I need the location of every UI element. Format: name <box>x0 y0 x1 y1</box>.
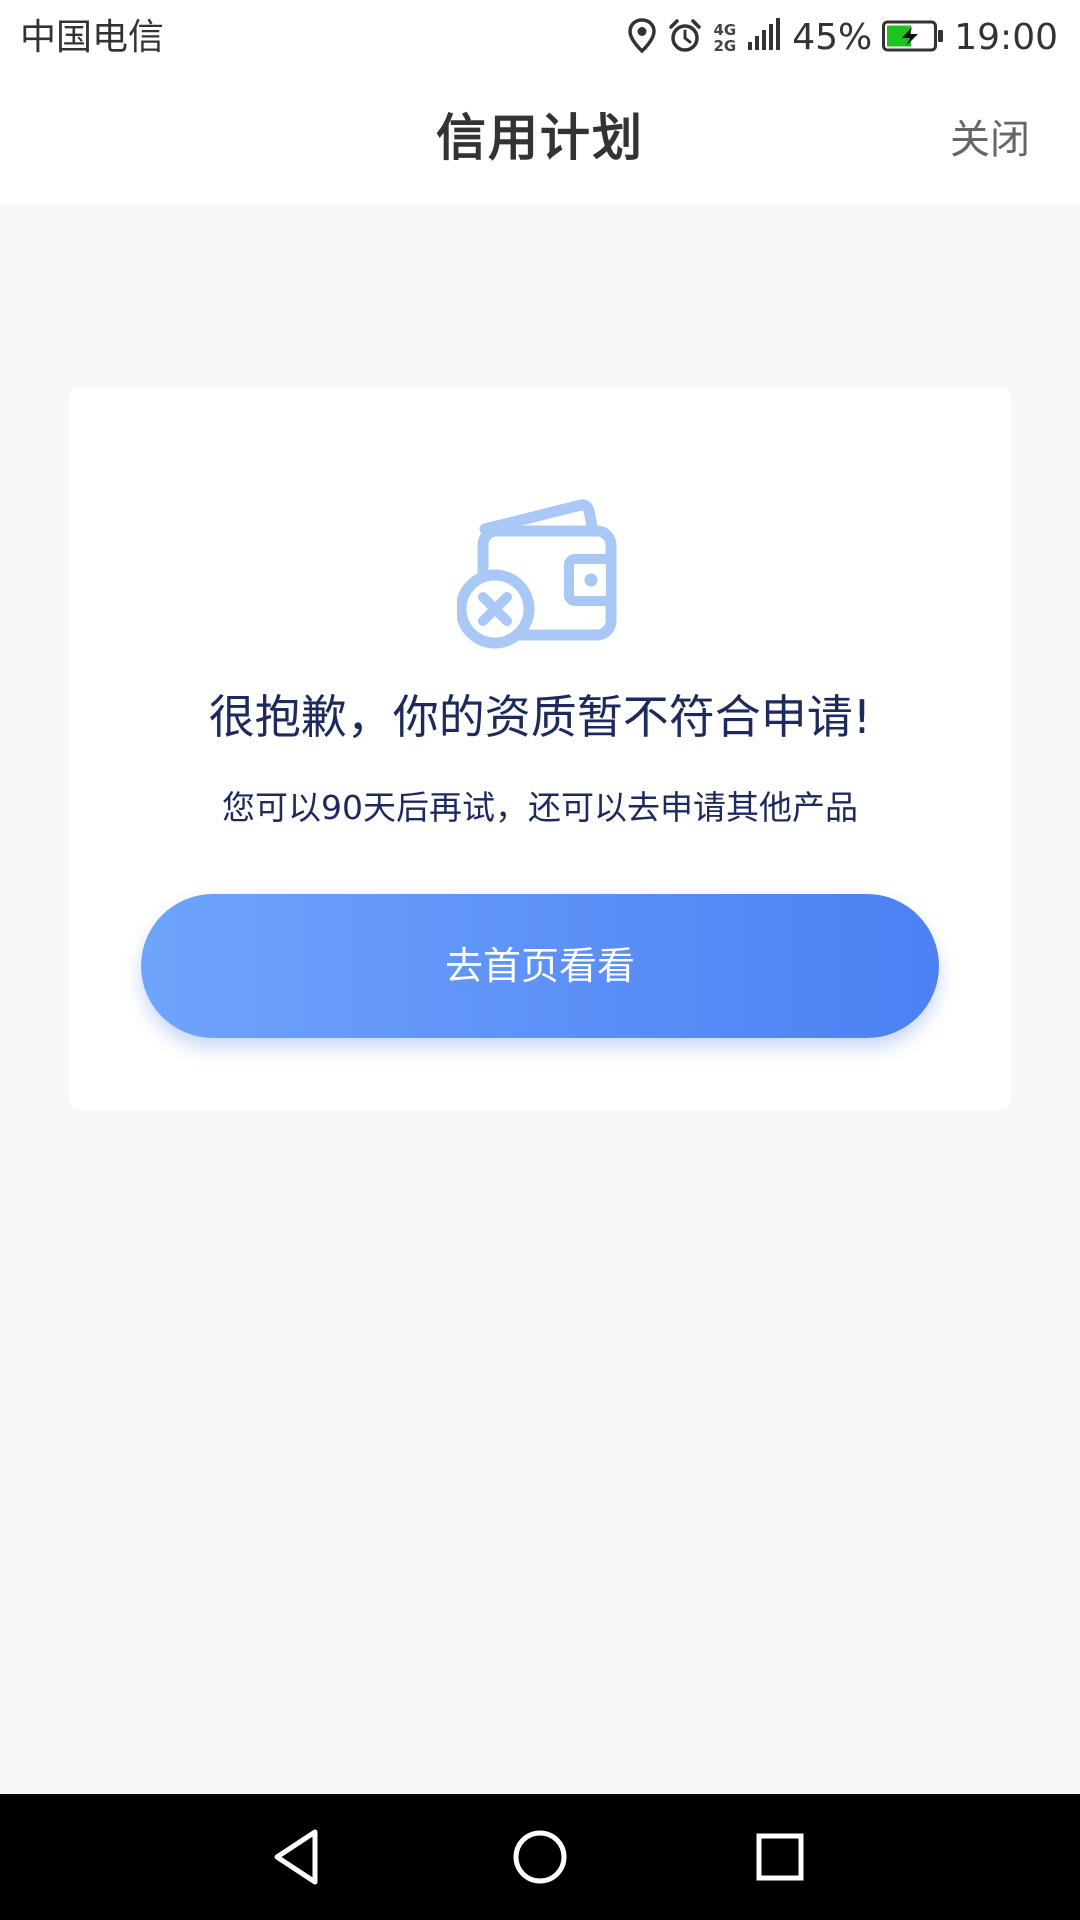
location-icon <box>627 18 657 58</box>
page-title: 信用计划 <box>436 109 644 167</box>
home-icon[interactable] <box>505 1822 575 1892</box>
result-card: 很抱歉，你的资质暂不符合申请! 您可以90天后再试，还可以去申请其他产品 去首页… <box>69 387 1011 1110</box>
back-icon[interactable] <box>265 1822 335 1892</box>
status-icons: 4G 2G 45% 19:00 <box>627 12 1058 64</box>
carrier-name: 中国电信 <box>20 17 165 58</box>
status-bar: 中国电信 4G 2G 45% 19:00 <box>0 0 1080 76</box>
battery-charging-icon <box>882 20 944 56</box>
error-subtitle: 您可以90天后再试，还可以去申请其他产品 <box>222 788 858 827</box>
clock: 19:00 <box>954 17 1058 58</box>
go-home-button[interactable]: 去首页看看 <box>141 894 939 1038</box>
header: 信用计划 关闭 <box>0 76 1080 204</box>
navigation-bar <box>0 1794 1080 1920</box>
close-button[interactable]: 关闭 <box>950 114 1030 166</box>
battery-percent: 45% <box>792 17 873 58</box>
recent-apps-icon[interactable] <box>745 1822 815 1892</box>
signal-icon <box>748 18 782 58</box>
wallet-error-icon <box>455 479 637 659</box>
alarm-icon <box>667 18 703 58</box>
network-type: 4G 2G <box>713 21 737 55</box>
error-title: 很抱歉，你的资质暂不符合申请! <box>208 690 872 744</box>
